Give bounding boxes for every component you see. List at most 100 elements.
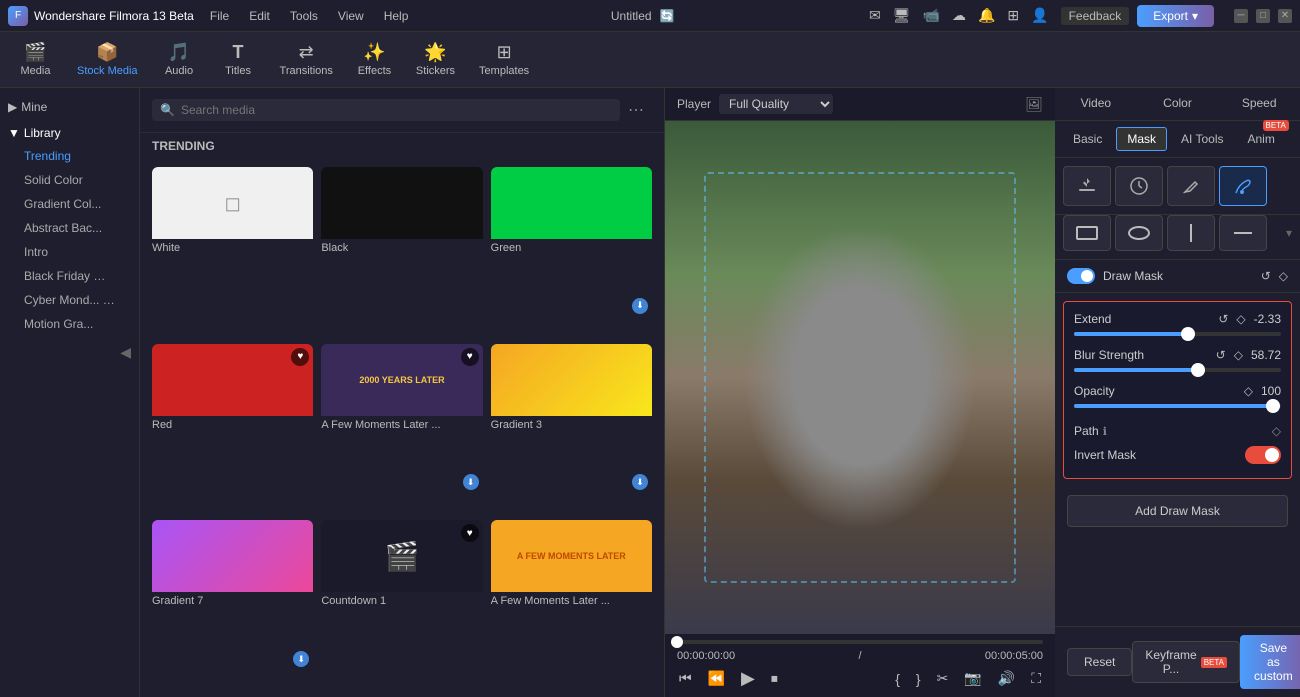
list-item[interactable]: ⬇ Gradient 3 <box>491 344 652 513</box>
toolbar-stock-media[interactable]: 📦 Stock Media <box>67 36 148 83</box>
toolbar-effects[interactable]: ✨ Effects <box>347 36 402 83</box>
sidebar-item-cyber-monday[interactable]: Cyber Mond... ! <box>8 288 131 312</box>
list-item[interactable]: ♥ Red <box>152 344 313 513</box>
toolbar-templates[interactable]: ⊞ Templates <box>469 36 539 83</box>
toolbar-transitions[interactable]: ⇄ Transitions <box>270 36 343 83</box>
save-custom-button[interactable]: Save as custom <box>1240 635 1300 689</box>
mask-tab-anim[interactable]: Anim BETA <box>1237 128 1284 150</box>
clock-mask-btn[interactable] <box>1115 166 1163 206</box>
sidebar-item-motion-gra[interactable]: Motion Gra... <box>8 312 131 336</box>
line-h-shape-btn[interactable] <box>1219 215 1267 251</box>
sidebar-item-black-friday[interactable]: Black Friday hot <box>8 264 131 288</box>
list-item[interactable]: A FEW MOMENTS LATER A Few Moments Later … <box>491 520 652 689</box>
progress-thumb[interactable] <box>671 636 683 648</box>
import-mask-btn[interactable] <box>1063 166 1111 206</box>
menu-view[interactable]: View <box>330 7 372 25</box>
screen-icon[interactable]: 🖥 <box>893 7 911 25</box>
extend-thumb[interactable] <box>1181 327 1195 341</box>
sidebar-arrow[interactable]: ◀ <box>120 344 131 361</box>
draw-mask-toggle[interactable] <box>1067 268 1095 284</box>
tab-color[interactable]: Color <box>1137 88 1219 120</box>
toolbar-titles[interactable]: T Titles <box>211 36 266 83</box>
quality-select[interactable]: Full Quality Half Quality Quarter Qualit… <box>719 94 833 114</box>
oval-shape-btn[interactable] <box>1115 215 1163 251</box>
expand-icon: ▶ <box>8 100 17 114</box>
invert-mask-toggle[interactable] <box>1245 446 1281 464</box>
mask-tab-ai-tools[interactable]: AI Tools <box>1171 128 1233 150</box>
line-v-shape-btn[interactable] <box>1167 215 1215 251</box>
menu-tools[interactable]: Tools <box>282 7 326 25</box>
fullscreen-button[interactable]: ⛶ <box>1029 668 1043 689</box>
blur-value: 58.72 <box>1251 348 1281 362</box>
list-item[interactable]: ◻ White <box>152 167 313 336</box>
reset-draw-icon[interactable]: ↺ <box>1261 269 1271 283</box>
minimize-button[interactable]: ─ <box>1234 9 1248 23</box>
toolbar-audio[interactable]: 🎵 Audio <box>152 36 207 83</box>
menu-file[interactable]: File <box>202 7 237 25</box>
video-icon[interactable]: 📹 <box>923 7 940 25</box>
export-button[interactable]: Export ▾ <box>1137 5 1214 27</box>
opacity-keyframe[interactable]: ◇ <box>1244 384 1253 398</box>
progress-bar[interactable] <box>677 640 1043 644</box>
sidebar-item-solid-color[interactable]: Solid Color <box>8 168 131 192</box>
close-button[interactable]: ✕ <box>1278 9 1292 23</box>
extend-slider[interactable] <box>1074 332 1281 336</box>
feedback-btn[interactable]: Feedback <box>1061 7 1130 25</box>
extend-keyframe[interactable]: ◇ <box>1236 312 1245 326</box>
opacity-slider[interactable] <box>1074 404 1281 408</box>
path-keyframe[interactable]: ◇ <box>1272 424 1281 438</box>
search-input[interactable] <box>181 103 612 117</box>
play-button[interactable]: ▶ <box>739 666 757 691</box>
menu-help[interactable]: Help <box>376 7 417 25</box>
menu-edit[interactable]: Edit <box>241 7 278 25</box>
draw-mask-btn[interactable] <box>1219 166 1267 206</box>
player-settings-icon[interactable]: 🖼 <box>1025 96 1043 113</box>
sidebar-item-intro[interactable]: Intro <box>8 240 131 264</box>
list-item[interactable]: Black <box>321 167 482 336</box>
sidebar-item-abstract-bac[interactable]: Abstract Bac... <box>8 216 131 240</box>
blur-keyframe[interactable]: ◇ <box>1234 348 1243 362</box>
keyframe-button[interactable]: Keyframe P... BETA <box>1132 641 1240 683</box>
audio-button[interactable]: 🔊 <box>996 668 1017 689</box>
maximize-button[interactable]: □ <box>1256 9 1270 23</box>
snapshot-button[interactable]: 📷 <box>962 668 983 689</box>
blur-thumb[interactable] <box>1191 363 1205 377</box>
clip-button[interactable]: ✂ <box>935 668 951 689</box>
sidebar-mine[interactable]: ▶ Mine <box>0 96 139 118</box>
mark-out-button[interactable]: } <box>914 669 923 689</box>
toolbar-stickers[interactable]: 🌟 Stickers <box>406 36 465 83</box>
path-info-icon[interactable]: ℹ <box>1103 425 1107 438</box>
sidebar-library-header[interactable]: ▼ Library <box>8 126 131 140</box>
opacity-thumb[interactable] <box>1266 399 1280 413</box>
list-item[interactable]: ⬇ Green <box>491 167 652 336</box>
toolbar-media[interactable]: 🎬 Media <box>8 36 63 83</box>
blur-reset[interactable]: ↺ <box>1216 348 1226 362</box>
pen-mask-btn[interactable] <box>1167 166 1215 206</box>
tab-speed[interactable]: Speed <box>1218 88 1300 120</box>
apps-icon[interactable]: ⊞ <box>1007 7 1019 25</box>
rect-shape-btn[interactable] <box>1063 215 1111 251</box>
reset-button[interactable]: Reset <box>1067 648 1132 676</box>
skip-back-button[interactable]: ⏮ <box>677 668 694 689</box>
frame-back-button[interactable]: ⏪ <box>706 668 727 689</box>
mark-in-button[interactable]: { <box>893 669 902 689</box>
options-icon[interactable]: ⋯ <box>620 96 652 124</box>
delete-draw-icon[interactable]: ◇ <box>1279 269 1288 283</box>
blur-slider[interactable] <box>1074 368 1281 372</box>
mail-icon[interactable]: ✉ <box>869 7 881 25</box>
stop-button[interactable]: ⏹ <box>769 668 780 689</box>
extend-reset[interactable]: ↺ <box>1218 312 1228 326</box>
sidebar-item-trending[interactable]: Trending <box>8 144 131 168</box>
tab-video[interactable]: Video <box>1055 88 1137 120</box>
mask-tab-basic[interactable]: Basic <box>1063 128 1112 150</box>
media-label-green: Green <box>491 239 652 257</box>
list-item[interactable]: 🎬 ♥ Countdown 1 <box>321 520 482 689</box>
cloud-icon[interactable]: ☁ <box>952 7 966 25</box>
list-item[interactable]: ⬇ Gradient 7 <box>152 520 313 689</box>
avatar-icon[interactable]: 👤 <box>1031 7 1048 25</box>
mask-tab-mask[interactable]: Mask <box>1116 127 1167 151</box>
sidebar-item-gradient-color[interactable]: Gradient Col... <box>8 192 131 216</box>
add-draw-mask-button[interactable]: Add Draw Mask <box>1067 495 1288 527</box>
list-item[interactable]: 2000 YEARS LATER ♥ ⬇ A Few Moments Later… <box>321 344 482 513</box>
bell-icon[interactable]: 🔔 <box>978 7 995 25</box>
